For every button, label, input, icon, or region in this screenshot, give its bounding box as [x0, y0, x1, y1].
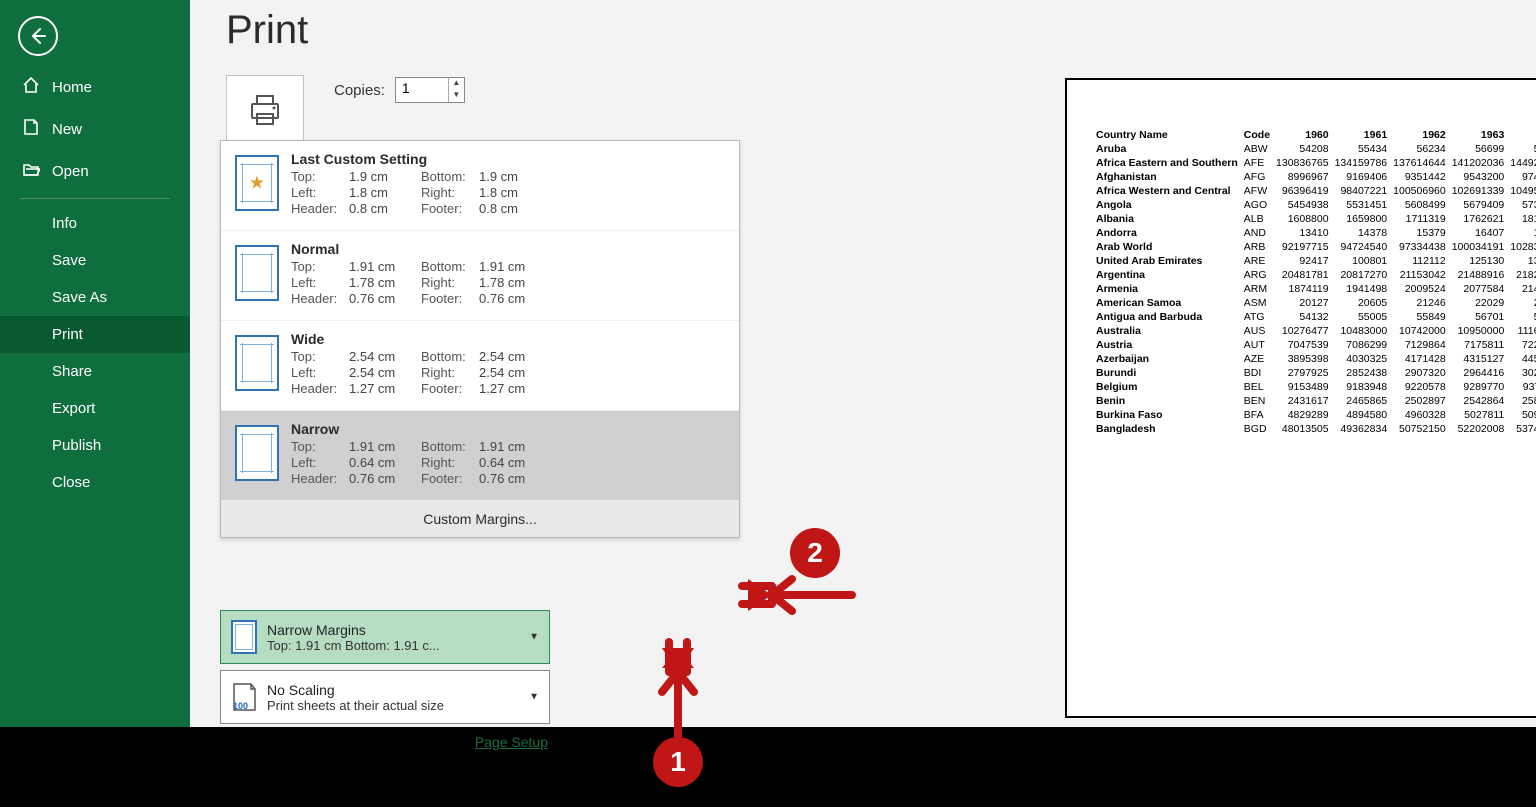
table-row: United Arab EmiratesARE92417100801112112…: [1093, 254, 1536, 268]
sidebar-item-print[interactable]: Print: [0, 316, 190, 353]
preview-table: Country NameCode196019611962196319641965…: [1093, 128, 1536, 436]
margins-thumb-icon: [235, 335, 279, 391]
table-row: AzerbaijanAZE389539840303254171428431512…: [1093, 352, 1536, 366]
table-row: Antigua and BarbudaATG541325500555849567…: [1093, 310, 1536, 324]
sidebar-item-label: Export: [52, 400, 95, 417]
table-row: BangladeshBGD480135054936283450752150522…: [1093, 422, 1536, 436]
table-row: AlbaniaALB160880016598001711319176262118…: [1093, 212, 1536, 226]
sidebar-item-open[interactable]: Open: [0, 150, 190, 192]
page-setup-link[interactable]: Page Setup: [220, 730, 550, 750]
scaling-selector[interactable]: 100 No Scaling Print sheets at their act…: [220, 670, 550, 724]
sidebar-item-label: Print: [52, 326, 83, 343]
table-row: AngolaAGO5454938553145156084995679409573…: [1093, 198, 1536, 212]
table-row: Burkina FasoBFA4829289489458049603285027…: [1093, 408, 1536, 422]
table-row: BeninBEN24316172465865250289725428642585…: [1093, 394, 1536, 408]
spinner-down-icon[interactable]: ▼: [449, 90, 464, 102]
table-row: AustriaAUT704753970862997129864717581172…: [1093, 338, 1536, 352]
preview-header: Code: [1241, 128, 1273, 142]
table-row: AndorraAND134101437815379164071746618542…: [1093, 226, 1536, 240]
print-button[interactable]: [226, 75, 304, 145]
table-row: BelgiumBEL915348991839489220578928977093…: [1093, 380, 1536, 394]
margins-thumb-icon: [235, 155, 279, 211]
sidebar-item-info[interactable]: Info: [0, 205, 190, 242]
sidebar-item-close[interactable]: Close: [0, 464, 190, 501]
annotation-badge-1: 1: [653, 737, 703, 787]
margins-option-normal[interactable]: NormalTop:1.91 cmBottom:1.91 cmLeft:1.78…: [221, 231, 739, 321]
sidebar-item-label: Home: [52, 79, 92, 96]
sidebar-item-label: New: [52, 121, 82, 138]
preview-header: 1963: [1449, 128, 1508, 142]
sidebar-item-save[interactable]: Save: [0, 242, 190, 279]
preview-header: 1960: [1273, 128, 1332, 142]
table-row: ArmeniaARM187411919414982009524207758421…: [1093, 282, 1536, 296]
table-row: BurundiBDI279792528524382907320296441630…: [1093, 366, 1536, 380]
margins-option-last-custom-setting[interactable]: Last Custom SettingTop:1.9 cmBottom:1.9 …: [221, 141, 739, 231]
home-icon: [22, 76, 40, 98]
print-preview-page: Country NameCode196019611962196319641965…: [1065, 78, 1536, 718]
sidebar-item-share[interactable]: Share: [0, 353, 190, 390]
table-row: AustraliaAUS1027647710483000107420001095…: [1093, 324, 1536, 338]
sidebar-item-publish[interactable]: Publish: [0, 427, 190, 464]
page-title: Print: [226, 8, 1536, 53]
table-row: Africa Western and CentralAFW96396419984…: [1093, 184, 1536, 198]
sidebar-item-label: Publish: [52, 437, 101, 454]
preview-header: 1961: [1332, 128, 1391, 142]
copies-label: Copies:: [334, 82, 385, 99]
open-icon: [22, 160, 40, 182]
scaling-selector-title: No Scaling: [267, 682, 539, 698]
sidebar-item-save-as[interactable]: Save As: [0, 279, 190, 316]
table-row: ArubaABW54208554345623456699570295735757…: [1093, 142, 1536, 156]
margins-selector-sub: Top: 1.91 cm Bottom: 1.91 c...: [267, 638, 539, 653]
back-arrow-icon: [28, 26, 48, 46]
sidebar-item-label: Close: [52, 474, 90, 491]
backstage-sidebar: Home New Open Info Save Save As Print Share Exp…: [0, 0, 190, 727]
preview-header: 1964: [1507, 128, 1536, 142]
sidebar-item-label: Info: [52, 215, 77, 232]
preview-header: Country Name: [1093, 128, 1241, 142]
annotation-badge-2: 2: [790, 528, 840, 578]
margins-thumb-icon: [235, 245, 279, 301]
margins-option-custom[interactable]: Custom Margins...: [221, 501, 739, 537]
margins-selector-title: Narrow Margins: [267, 622, 539, 638]
table-row: AfghanistanAFG89969679169406935144295432…: [1093, 170, 1536, 184]
sidebar-item-label: Save As: [52, 289, 107, 306]
margins-option-narrow[interactable]: NarrowTop:1.91 cmBottom:1.91 cmLeft:0.64…: [221, 411, 739, 501]
sidebar-item-export[interactable]: Export: [0, 390, 190, 427]
sidebar-item-new[interactable]: New: [0, 108, 190, 150]
printer-icon: [245, 90, 285, 130]
scaling-icon-text: 100: [233, 701, 248, 711]
copies-spinner[interactable]: 1 ▲▼: [395, 77, 465, 103]
sidebar-separator: [20, 198, 170, 199]
preview-header: 1962: [1390, 128, 1449, 142]
scaling-icon: 100: [231, 682, 257, 712]
sidebar-item-home[interactable]: Home: [0, 66, 190, 108]
sidebar-item-label: Save: [52, 252, 86, 269]
sidebar-item-label: Share: [52, 363, 92, 380]
table-row: Africa Eastern and SouthernAFE1308367651…: [1093, 156, 1536, 170]
content-area: Print Copies: 1 ▲▼: [190, 0, 1536, 727]
margins-selector[interactable]: Narrow Margins Top: 1.91 cm Bottom: 1.91…: [220, 610, 550, 664]
table-row: American SamoaASM20127206052124622029228…: [1093, 296, 1536, 310]
table-row: ArgentinaARG2048178120817270211530422148…: [1093, 268, 1536, 282]
margins-thumb-icon: [235, 425, 279, 481]
new-icon: [22, 118, 40, 140]
chevron-down-icon: ▼: [529, 632, 539, 643]
margins-dropdown-panel: Last Custom SettingTop:1.9 cmBottom:1.9 …: [220, 140, 740, 538]
margins-thumb-icon: [231, 620, 257, 654]
table-row: Arab WorldARB921977159472454097334438100…: [1093, 240, 1536, 254]
margins-option-wide[interactable]: WideTop:2.54 cmBottom:2.54 cmLeft:2.54 c…: [221, 321, 739, 411]
chevron-down-icon: ▼: [529, 692, 539, 703]
spinner-up-icon[interactable]: ▲: [449, 78, 464, 90]
copies-value: 1: [402, 80, 410, 96]
scaling-selector-sub: Print sheets at their actual size: [267, 698, 539, 713]
back-button[interactable]: [18, 16, 58, 56]
sidebar-item-label: Open: [52, 163, 89, 180]
